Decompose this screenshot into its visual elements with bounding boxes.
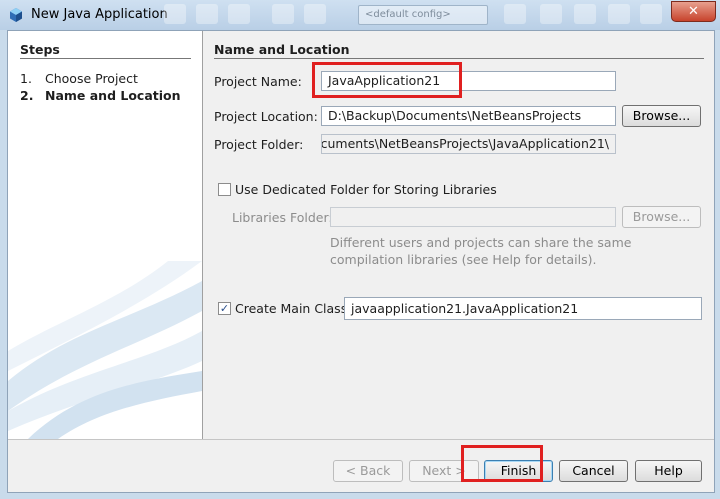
main-class-input[interactable]: javaapplication21.JavaApplication21 — [344, 297, 702, 320]
project-folder-label: Project Folder: — [214, 137, 304, 152]
toolbar-ghost-icon — [504, 4, 526, 24]
browse-libraries-button: Browse... — [622, 206, 701, 228]
back-button: < Back — [333, 460, 403, 482]
toolbar-ghost-icon — [164, 4, 186, 24]
libraries-folder-input — [330, 207, 616, 227]
step-label: Choose Project — [45, 71, 138, 86]
toolbar-ghost-icon — [228, 4, 250, 24]
step-number: 2. — [20, 88, 34, 103]
step-choose-project: 1. Choose Project — [20, 71, 138, 86]
highlight-box — [461, 445, 543, 482]
libraries-folder-label: Libraries Folder: — [232, 210, 333, 225]
dedicated-folder-label: Use Dedicated Folder for Storing Librari… — [235, 182, 497, 197]
netbeans-icon — [10, 8, 22, 22]
step-number: 1. — [20, 71, 32, 86]
project-folder-value: \Documents\NetBeansProjects\JavaApplicat… — [321, 136, 609, 151]
help-button[interactable]: Help — [635, 460, 702, 482]
highlight-box — [312, 62, 462, 98]
close-icon: ✕ — [688, 4, 699, 19]
window-title: New Java Application — [31, 7, 168, 22]
divider — [20, 58, 191, 59]
toolbar-ghost-icon — [196, 4, 218, 24]
divider — [214, 58, 704, 59]
close-button[interactable]: ✕ — [671, 1, 716, 22]
create-main-class-checkbox[interactable]: ✓ — [218, 302, 231, 315]
create-main-class-label: Create Main Class — [235, 301, 348, 316]
project-location-label: Project Location: — [214, 109, 318, 124]
hint-line: compilation libraries (see Help for deta… — [330, 252, 597, 267]
title-bar: New Java Application <default config> ✕ — [0, 0, 720, 30]
project-name-label: Project Name: — [214, 74, 302, 89]
toolbar-ghost-icon — [574, 4, 596, 24]
project-folder-field: \Documents\NetBeansProjects\JavaApplicat… — [321, 134, 616, 154]
toolbar-ghost-icon — [540, 4, 562, 24]
config-dropdown: <default config> — [358, 5, 488, 25]
divider — [8, 439, 714, 440]
cancel-button[interactable]: Cancel — [559, 460, 628, 482]
checkmark-icon: ✓ — [219, 302, 230, 315]
steps-heading: Steps — [20, 42, 60, 57]
toolbar-ghost-icon — [272, 4, 294, 24]
step-name-and-location: 2. Name and Location — [20, 88, 181, 103]
toolbar-ghost-icon — [304, 4, 326, 24]
dedicated-folder-checkbox[interactable] — [218, 183, 231, 196]
project-location-input[interactable]: D:\Backup\Documents\NetBeansProjects — [321, 106, 616, 126]
decorative-swoosh — [8, 261, 202, 439]
step-label: Name and Location — [45, 88, 181, 103]
browse-location-button[interactable]: Browse... — [622, 105, 701, 127]
libraries-hint: Different users and projects can share t… — [330, 234, 631, 268]
hint-line: Different users and projects can share t… — [330, 235, 632, 250]
section-heading: Name and Location — [214, 42, 350, 57]
steps-panel: Steps 1. Choose Project 2. Name and Locati… — [8, 31, 202, 439]
toolbar-ghost-icon — [640, 4, 662, 24]
name-and-location-panel: Name and Location Project Name: JavaAppl… — [203, 31, 714, 439]
dialog-body: Steps 1. Choose Project 2. Name and Locati… — [7, 30, 715, 493]
toolbar-ghost-icon — [608, 4, 630, 24]
